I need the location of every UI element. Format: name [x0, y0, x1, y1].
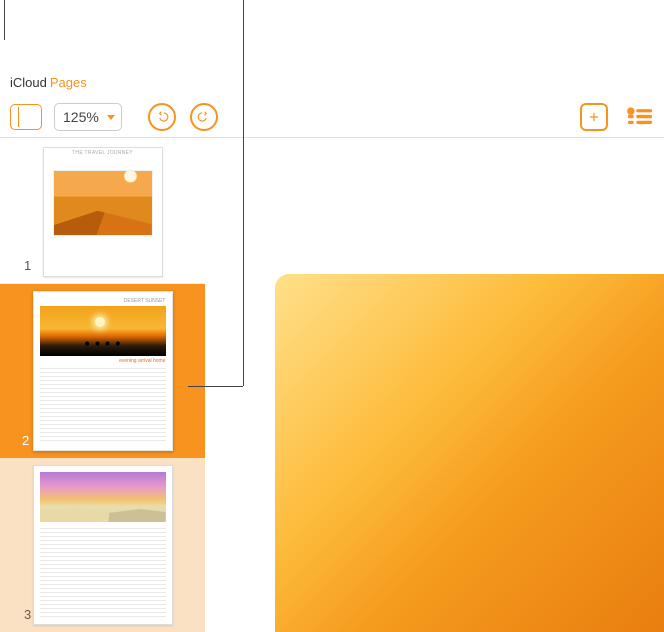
insert-button[interactable] — [580, 103, 608, 131]
redo-button[interactable] — [190, 103, 218, 131]
page-thumbnail[interactable]: THE TRAVEL JOURNEY 1 — [0, 138, 205, 284]
page-number: 3 — [24, 607, 31, 622]
plus-icon — [587, 110, 601, 124]
undo-button[interactable] — [148, 103, 176, 131]
callout-connector-horizontal — [188, 386, 243, 387]
desert-dune-image — [53, 170, 153, 236]
callout-connector-vertical — [243, 40, 244, 386]
title-bar: iCloud Pages — [0, 68, 664, 96]
page-number: 2 — [22, 433, 29, 448]
toolbar: 125% — [0, 96, 664, 138]
page-thumbnail[interactable]: 3 — [0, 458, 205, 632]
icloud-label: iCloud — [10, 75, 47, 90]
main-area: THE TRAVEL JOURNEY 1 DESERT SUNSET eveni… — [0, 138, 664, 632]
page-thumbnail-content — [33, 465, 173, 625]
callout-line-2 — [243, 0, 244, 40]
document-canvas[interactable] — [205, 138, 664, 632]
document-hero-image[interactable] — [275, 274, 664, 632]
page-caption-text: evening arrival home — [40, 358, 166, 366]
app-name-label: Pages — [50, 75, 87, 90]
page-thumbnail-content: THE TRAVEL JOURNEY — [43, 147, 163, 277]
page-body-text — [40, 528, 166, 618]
undo-icon — [155, 110, 169, 124]
callout-line-1 — [4, 0, 5, 40]
page-number: 1 — [24, 258, 31, 273]
sunset-caravan-image — [40, 306, 166, 356]
page-title-text: THE TRAVEL JOURNEY — [49, 150, 155, 164]
chevron-down-icon — [107, 115, 115, 120]
format-icon — [626, 107, 654, 127]
page-header-text: DESERT SUNSET — [40, 298, 166, 306]
zoom-select[interactable]: 125% — [54, 103, 122, 131]
page-body-text — [40, 368, 166, 444]
purple-sky-dunes-image — [40, 472, 166, 522]
zoom-value: 125% — [63, 109, 99, 125]
page-thumbnail-selected[interactable]: DESERT SUNSET evening arrival home 2 — [0, 284, 205, 458]
callout-area — [0, 0, 664, 68]
redo-icon — [197, 110, 211, 124]
format-panel-button[interactable] — [626, 107, 654, 127]
page-thumbnails-sidebar[interactable]: THE TRAVEL JOURNEY 1 DESERT SUNSET eveni… — [0, 138, 205, 632]
sidebar-toggle-button[interactable] — [10, 104, 42, 130]
page-thumbnail-content: DESERT SUNSET evening arrival home — [33, 291, 173, 451]
